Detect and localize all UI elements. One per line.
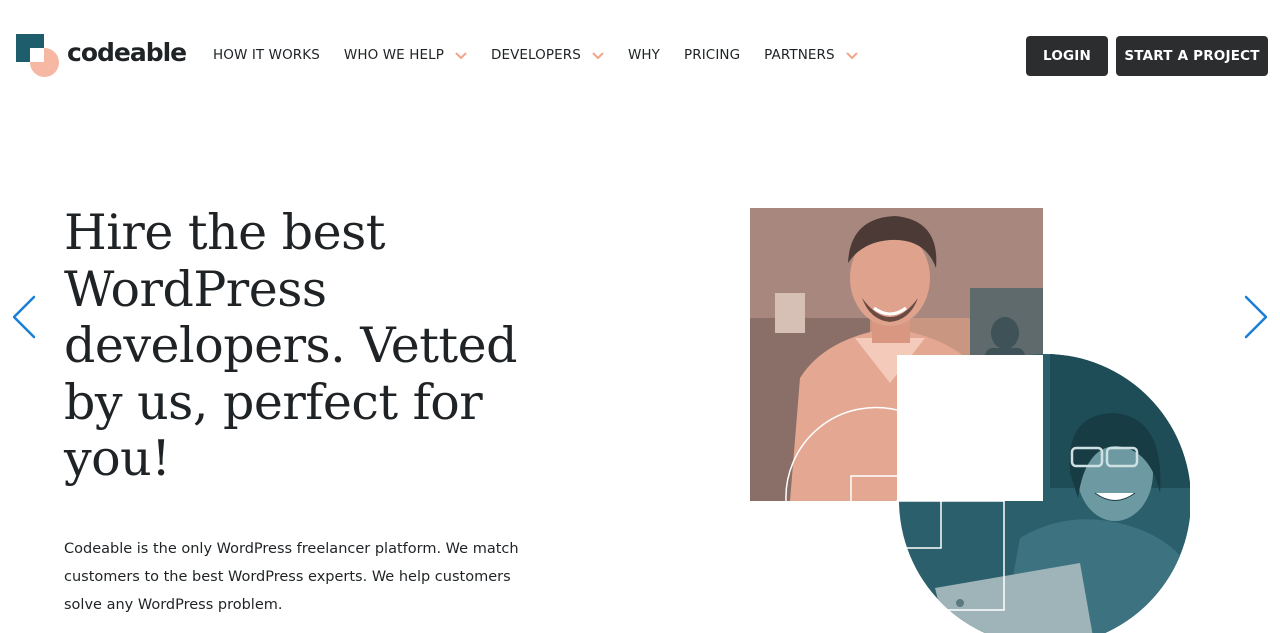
nav-item-how-it-works[interactable]: HOW IT WORKS — [213, 47, 320, 63]
chevron-left-icon[interactable] — [10, 293, 38, 341]
nav-item-developers[interactable]: DEVELOPERS — [491, 47, 604, 63]
nav-item-label: HOW IT WORKS — [213, 47, 320, 63]
nav-item-label: PARTNERS — [764, 47, 835, 63]
codeable-logo[interactable]: codeable — [16, 34, 187, 78]
chevron-right-icon[interactable] — [1242, 293, 1270, 341]
chevron-down-icon — [592, 52, 604, 59]
main-nav: HOW IT WORKS WHO WE HELP DEVELOPERS WHY … — [213, 45, 858, 65]
logo-wordmark: codeable — [67, 38, 187, 67]
hero-description: Codeable is the only WordPress freelance… — [64, 541, 519, 613]
hero-heading: Hire the best WordPress developers. Vett… — [64, 204, 544, 488]
nav-item-who-we-help[interactable]: WHO WE HELP — [344, 47, 467, 63]
chevron-down-icon — [455, 52, 467, 59]
nav-item-label: PRICING — [683, 47, 741, 63]
login-button[interactable]: LOGIN — [1026, 36, 1108, 76]
nav-item-why[interactable]: WHY — [628, 47, 660, 63]
hero-heading-line: you! — [64, 430, 171, 487]
nav-item-label: DEVELOPERS — [490, 47, 581, 63]
hero-heading-line: WordPress — [64, 260, 327, 318]
logo-mark-icon — [16, 34, 60, 78]
nav-item-label: WHO WE HELP — [343, 47, 444, 63]
hero-heading-line: Hire the best — [64, 204, 385, 261]
nav-item-pricing[interactable]: PRICING — [684, 47, 740, 63]
chevron-down-icon — [846, 52, 858, 59]
hero-illustration — [750, 208, 1190, 633]
hero-heading-line: developers. Vetted — [64, 317, 517, 374]
nav-item-label: WHY — [627, 47, 660, 63]
site-header: codeable HOW IT WORKS WHO WE HELP DEVELO… — [0, 0, 1280, 110]
nav-item-partners[interactable]: PARTNERS — [764, 47, 858, 63]
hero-heading-line: by us, perfect for — [64, 373, 483, 431]
start-project-button[interactable]: START A PROJECT — [1116, 36, 1268, 76]
